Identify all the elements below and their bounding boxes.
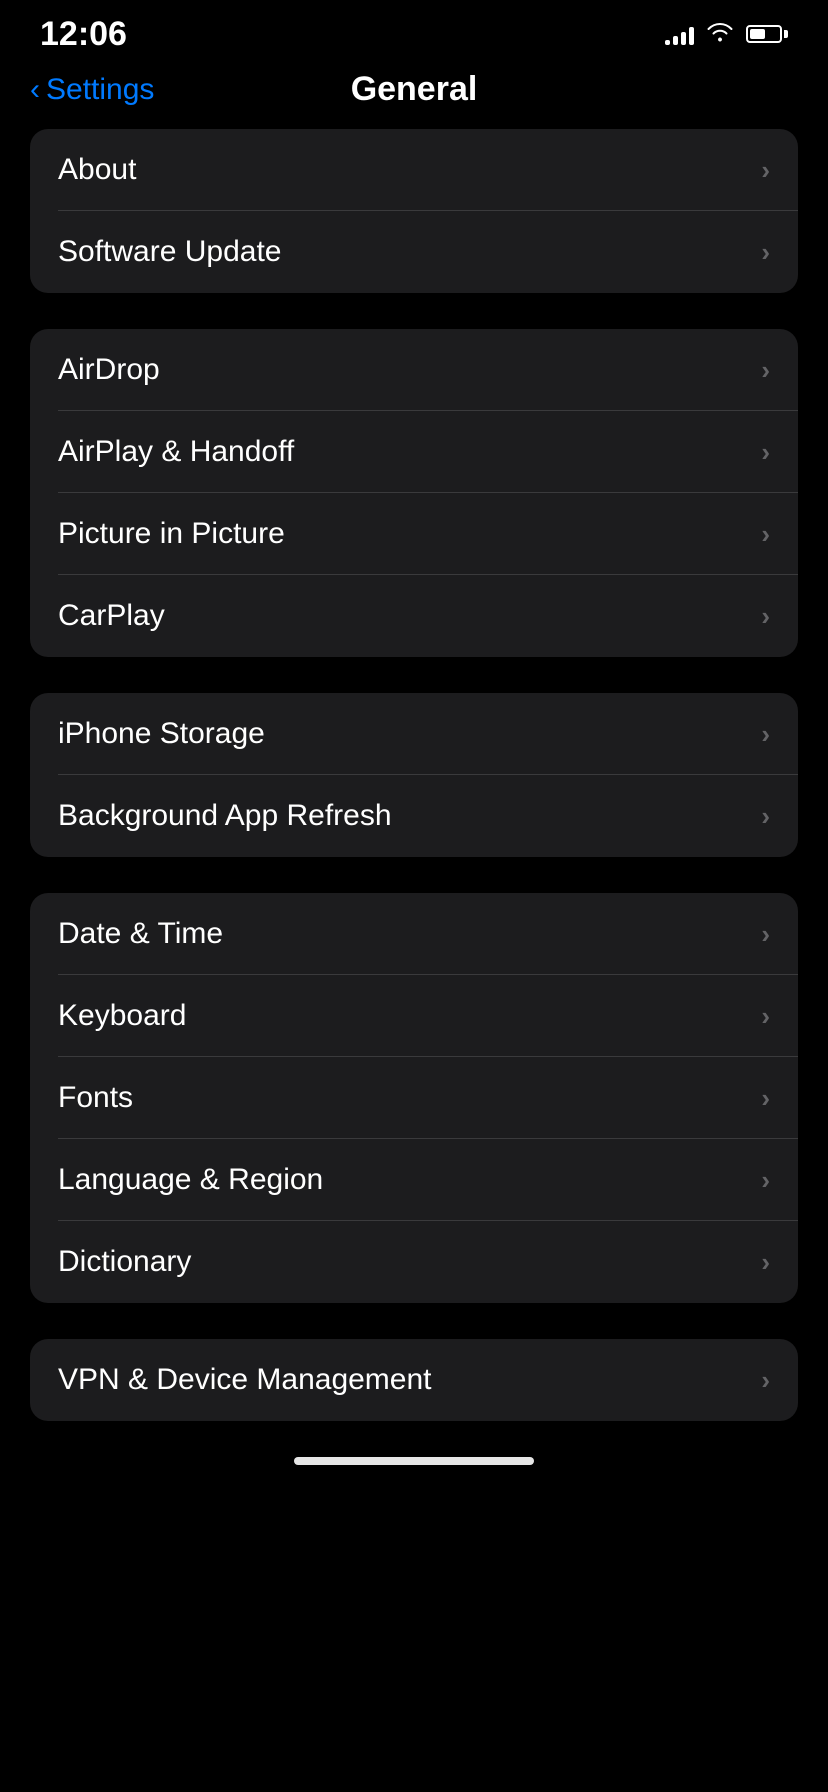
settings-list: About›Software Update›AirDrop›AirPlay & …: [0, 129, 828, 1421]
status-time: 12:06: [40, 15, 127, 54]
label-carplay: CarPlay: [58, 599, 165, 633]
settings-row-carplay[interactable]: CarPlay ›: [30, 575, 798, 657]
settings-row-language-region[interactable]: Language & Region ›: [30, 1139, 798, 1221]
settings-row-dictionary[interactable]: Dictionary ›: [30, 1221, 798, 1303]
settings-row-vpn-device-management[interactable]: VPN & Device Management ›: [30, 1339, 798, 1421]
label-language-region: Language & Region: [58, 1163, 323, 1197]
status-icons: [665, 20, 788, 48]
settings-row-airdrop[interactable]: AirDrop ›: [30, 329, 798, 411]
label-software-update: Software Update: [58, 235, 281, 269]
label-about: About: [58, 153, 136, 187]
page-title: General: [351, 70, 478, 109]
group-storage: iPhone Storage › Background App Refresh ›: [30, 693, 798, 857]
status-bar: 12:06: [0, 0, 828, 60]
battery-icon: [746, 25, 788, 43]
home-indicator: [0, 1441, 828, 1475]
group-locale: Date & Time›Keyboard›Fonts›Language & Re…: [30, 893, 798, 1303]
back-button[interactable]: ‹ Settings: [30, 73, 154, 107]
settings-row-background-app-refresh[interactable]: Background App Refresh ›: [30, 775, 798, 857]
chevron-right-icon: ›: [761, 1001, 770, 1032]
label-vpn-device-management: VPN & Device Management: [58, 1363, 432, 1397]
chevron-right-icon: ›: [761, 437, 770, 468]
chevron-right-icon: ›: [761, 601, 770, 632]
settings-row-about[interactable]: About ›: [30, 129, 798, 211]
group-vpn: VPN & Device Management ›: [30, 1339, 798, 1421]
label-dictionary: Dictionary: [58, 1245, 191, 1279]
chevron-right-icon: ›: [761, 1165, 770, 1196]
back-chevron-icon: ‹: [30, 73, 40, 107]
chevron-right-icon: ›: [761, 237, 770, 268]
label-picture-in-picture: Picture in Picture: [58, 517, 285, 551]
signal-icon: [665, 23, 694, 45]
chevron-right-icon: ›: [761, 919, 770, 950]
settings-row-software-update[interactable]: Software Update ›: [30, 211, 798, 293]
settings-row-airplay-handoff[interactable]: AirPlay & Handoff ›: [30, 411, 798, 493]
group-about-update: About › Software Update ›: [30, 129, 798, 293]
home-indicator-bar: [294, 1457, 534, 1465]
settings-row-date-time[interactable]: Date & Time ›: [30, 893, 798, 975]
chevron-right-icon: ›: [761, 719, 770, 750]
chevron-right-icon: ›: [761, 1247, 770, 1278]
label-airdrop: AirDrop: [58, 353, 160, 387]
group-connectivity: AirDrop›AirPlay & Handoff›Picture in Pic…: [30, 329, 798, 657]
label-airplay-handoff: AirPlay & Handoff: [58, 435, 294, 469]
chevron-right-icon: ›: [761, 801, 770, 832]
chevron-right-icon: ›: [761, 519, 770, 550]
label-background-app-refresh: Background App Refresh: [58, 799, 392, 833]
chevron-right-icon: ›: [761, 1083, 770, 1114]
chevron-right-icon: ›: [761, 355, 770, 386]
label-date-time: Date & Time: [58, 917, 223, 951]
settings-row-keyboard[interactable]: Keyboard ›: [30, 975, 798, 1057]
label-keyboard: Keyboard: [58, 999, 186, 1033]
back-label: Settings: [46, 73, 154, 107]
nav-bar: ‹ Settings General: [0, 60, 828, 129]
chevron-right-icon: ›: [761, 155, 770, 186]
settings-row-picture-in-picture[interactable]: Picture in Picture ›: [30, 493, 798, 575]
wifi-icon: [706, 20, 734, 48]
label-fonts: Fonts: [58, 1081, 133, 1115]
label-iphone-storage: iPhone Storage: [58, 717, 265, 751]
settings-row-fonts[interactable]: Fonts ›: [30, 1057, 798, 1139]
chevron-right-icon: ›: [761, 1365, 770, 1396]
settings-row-iphone-storage[interactable]: iPhone Storage ›: [30, 693, 798, 775]
